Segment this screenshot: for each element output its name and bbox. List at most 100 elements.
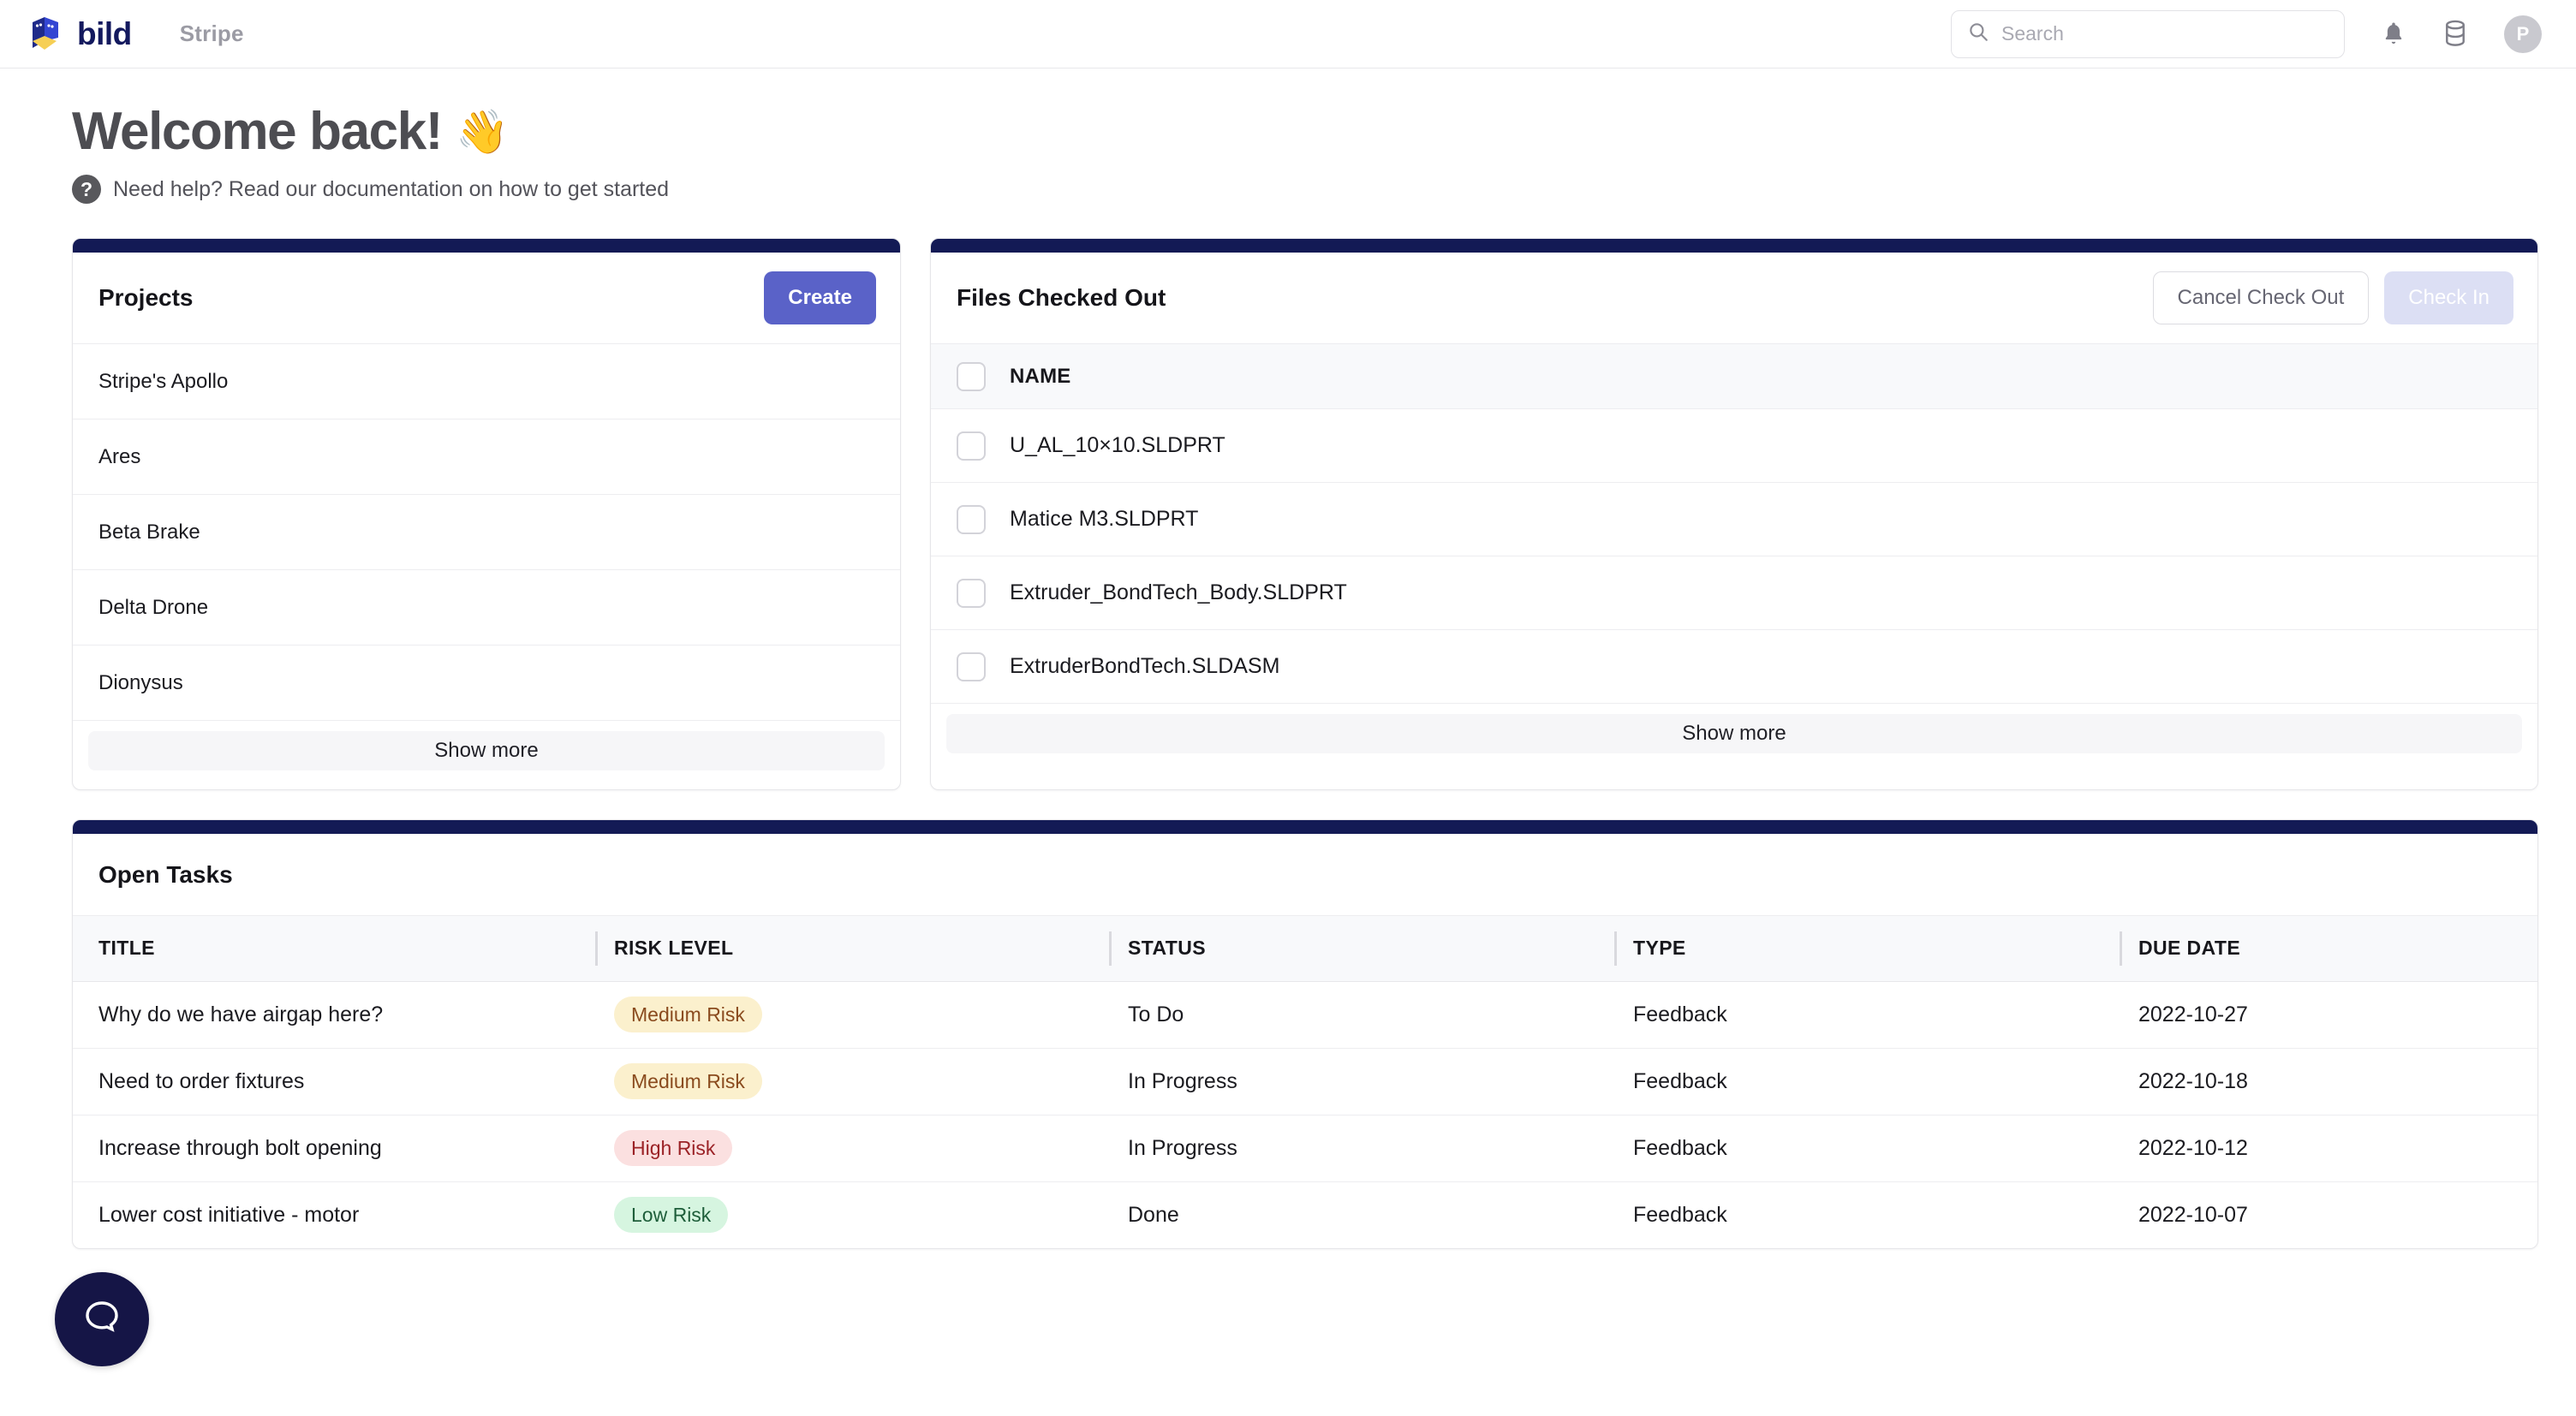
table-row[interactable]: Why do we have airgap here? Medium Risk …	[73, 981, 2538, 1048]
database-icon[interactable]	[2442, 20, 2468, 49]
row-checkbox[interactable]	[957, 431, 986, 461]
task-status: In Progress	[1109, 1115, 1614, 1181]
bell-icon[interactable]	[2381, 21, 2406, 48]
list-item[interactable]: Beta Brake	[73, 495, 900, 570]
workspace-name[interactable]: Stripe	[180, 21, 244, 47]
file-name: ExtruderBondTech.SLDASM	[1010, 654, 1279, 679]
files-show-more-button[interactable]: Show more	[946, 714, 2522, 753]
task-status: In Progress	[1109, 1048, 1614, 1115]
chat-bubble-icon	[80, 1295, 124, 1344]
card-accent-bar	[73, 820, 2537, 834]
projects-show-more-button[interactable]: Show more	[88, 731, 885, 770]
column-header-label: RISK LEVEL	[614, 937, 733, 959]
check-in-button[interactable]: Check In	[2384, 271, 2513, 324]
status-badge: Low Risk	[614, 1197, 728, 1233]
column-divider	[1614, 931, 1617, 966]
waving-hand-icon: 👋	[456, 110, 509, 153]
column-divider	[1109, 931, 1112, 966]
search-input[interactable]	[2001, 22, 2329, 45]
file-name: U_AL_10×10.SLDPRT	[1010, 433, 1225, 458]
task-status: To Do	[1109, 981, 1614, 1048]
column-header-label: TYPE	[1633, 937, 1686, 959]
open-tasks-table: TITLE RISK LEVEL STATUS TYPE DUE DATE Wh…	[73, 916, 2538, 1248]
task-risk-cell: Medium Risk	[595, 981, 1109, 1048]
welcome-heading-row: Welcome back! 👋	[72, 103, 2538, 161]
files-header-actions: Cancel Check Out Check In	[2153, 271, 2513, 324]
cancel-check-out-button[interactable]: Cancel Check Out	[2153, 271, 2370, 324]
projects-card-header: Projects Create	[73, 253, 900, 344]
card-accent-bar	[931, 239, 2537, 253]
column-divider	[595, 931, 598, 966]
column-header-type[interactable]: TYPE	[1614, 916, 2120, 981]
column-header-risk-level[interactable]: RISK LEVEL	[595, 916, 1109, 981]
row-checkbox[interactable]	[957, 652, 986, 681]
table-row[interactable]: Need to order fixtures Medium Risk In Pr…	[73, 1048, 2538, 1115]
column-header-status[interactable]: STATUS	[1109, 916, 1614, 981]
table-row[interactable]: Increase through bolt opening High Risk …	[73, 1115, 2538, 1181]
open-tasks-card: Open Tasks TITLE RISK LEVEL STATUS TYPE …	[72, 819, 2538, 1249]
tasks-table-header-row: TITLE RISK LEVEL STATUS TYPE DUE DATE	[73, 916, 2538, 981]
file-name: Extruder_BondTech_Body.SLDPRT	[1010, 580, 1347, 605]
brand-logo[interactable]: bild	[29, 15, 132, 53]
files-list: U_AL_10×10.SLDPRT Matice M3.SLDPRT Extru…	[931, 409, 2537, 704]
task-title: Lower cost initiative - motor	[73, 1181, 595, 1248]
list-item[interactable]: Dionysus	[73, 646, 900, 721]
search-icon	[1967, 21, 1989, 47]
task-due-date: 2022-10-07	[2120, 1181, 2538, 1248]
list-item[interactable]: Delta Drone	[73, 570, 900, 646]
list-item[interactable]: Ares	[73, 419, 900, 495]
page-content: Welcome back! 👋 ? Need help? Read our do…	[0, 68, 2576, 1249]
question-mark-icon: ?	[72, 175, 101, 204]
projects-header-actions: Create	[764, 271, 876, 324]
help-text: Need help? Read our documentation on how…	[113, 177, 669, 202]
column-header-label: DUE DATE	[2138, 937, 2240, 959]
topbar-actions: P	[1951, 10, 2542, 58]
create-project-button[interactable]: Create	[764, 271, 876, 324]
task-type: Feedback	[1614, 1115, 2120, 1181]
status-badge: Medium Risk	[614, 997, 762, 1032]
bild-logo-icon	[29, 15, 67, 53]
files-card-header: Files Checked Out Cancel Check Out Check…	[931, 253, 2537, 344]
task-title: Why do we have airgap here?	[73, 981, 595, 1048]
files-checked-out-card: Files Checked Out Cancel Check Out Check…	[930, 238, 2538, 790]
brand-wordmark: bild	[77, 18, 132, 50]
table-row[interactable]: Matice M3.SLDPRT	[931, 483, 2537, 556]
chat-widget-button[interactable]	[55, 1272, 149, 1366]
task-type: Feedback	[1614, 1048, 2120, 1115]
task-due-date: 2022-10-18	[2120, 1048, 2538, 1115]
page-title: Welcome back!	[72, 103, 442, 161]
task-status: Done	[1109, 1181, 1614, 1248]
files-table-header: NAME	[931, 344, 2537, 409]
tasks-card-header: Open Tasks	[73, 834, 2537, 916]
table-row[interactable]: ExtruderBondTech.SLDASM	[931, 630, 2537, 704]
status-badge: High Risk	[614, 1130, 732, 1166]
column-header-title[interactable]: TITLE	[73, 916, 595, 981]
avatar[interactable]: P	[2504, 15, 2542, 53]
table-row[interactable]: U_AL_10×10.SLDPRT	[931, 409, 2537, 483]
search-box[interactable]	[1951, 10, 2345, 58]
top-navigation-bar: bild Stripe P	[0, 0, 2576, 68]
task-type: Feedback	[1614, 981, 2120, 1048]
column-header-due-date[interactable]: DUE DATE	[2120, 916, 2538, 981]
files-card-footer: Show more	[931, 704, 2537, 772]
projects-title: Projects	[98, 284, 194, 312]
task-risk-cell: Low Risk	[595, 1181, 1109, 1248]
row-checkbox[interactable]	[957, 505, 986, 534]
projects-card-footer: Show more	[73, 721, 900, 789]
table-row[interactable]: Extruder_BondTech_Body.SLDPRT	[931, 556, 2537, 630]
task-risk-cell: Medium Risk	[595, 1048, 1109, 1115]
dashboard-cards-row: Projects Create Stripe's Apollo Ares Bet…	[72, 238, 2538, 790]
column-divider	[2120, 931, 2122, 966]
task-title: Need to order fixtures	[73, 1048, 595, 1115]
table-row[interactable]: Lower cost initiative - motor Low Risk D…	[73, 1181, 2538, 1248]
task-risk-cell: High Risk	[595, 1115, 1109, 1181]
help-row[interactable]: ? Need help? Read our documentation on h…	[72, 175, 2538, 204]
list-item[interactable]: Stripe's Apollo	[73, 344, 900, 419]
row-checkbox[interactable]	[957, 579, 986, 608]
projects-card: Projects Create Stripe's Apollo Ares Bet…	[72, 238, 901, 790]
select-all-checkbox[interactable]	[957, 362, 986, 391]
card-accent-bar	[73, 239, 900, 253]
status-badge: Medium Risk	[614, 1063, 762, 1099]
task-title: Increase through bolt opening	[73, 1115, 595, 1181]
files-title: Files Checked Out	[957, 284, 1166, 312]
